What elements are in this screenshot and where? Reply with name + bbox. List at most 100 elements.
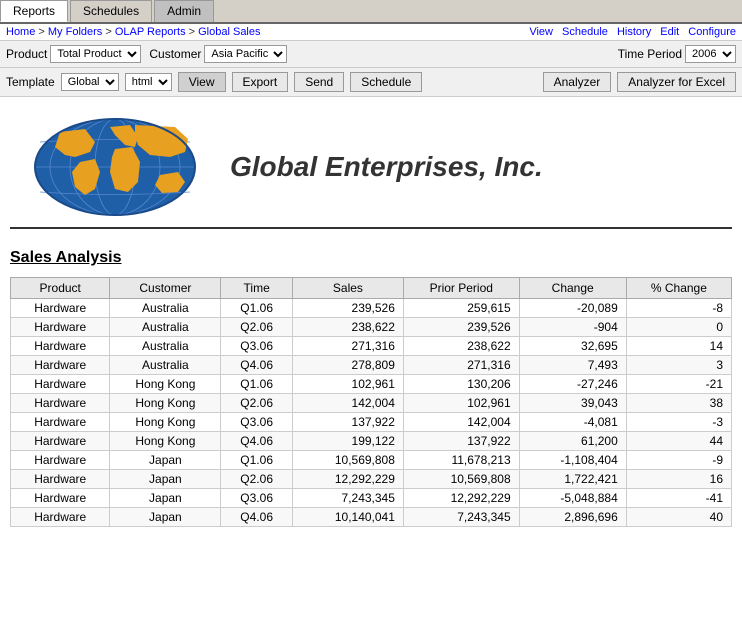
table-cell: 32,695 <box>519 337 626 356</box>
table-cell: Q3.06 <box>221 337 293 356</box>
table-cell: 239,526 <box>292 299 403 318</box>
sales-table: Product Customer Time Sales Prior Period… <box>10 277 732 527</box>
report-header: Global Enterprises, Inc. <box>10 107 732 229</box>
format-select[interactable]: html <box>125 73 172 91</box>
customer-filter: Customer Asia Pacific <box>149 45 287 63</box>
link-edit[interactable]: Edit <box>660 26 679 38</box>
table-cell: 7,243,345 <box>292 489 403 508</box>
globe-icon <box>30 117 200 217</box>
link-schedule[interactable]: Schedule <box>562 26 608 38</box>
customer-label: Customer <box>149 47 201 61</box>
table-cell: Hardware <box>11 318 110 337</box>
product-label: Product <box>6 47 47 61</box>
table-cell: 102,961 <box>403 394 519 413</box>
table-cell: Hardware <box>11 451 110 470</box>
table-cell: 130,206 <box>403 375 519 394</box>
table-cell: Japan <box>110 489 221 508</box>
table-cell: 12,292,229 <box>403 489 519 508</box>
table-cell: -41 <box>626 489 731 508</box>
table-row: HardwareJapanQ2.0612,292,22910,569,8081,… <box>11 470 732 489</box>
table-cell: 239,526 <box>403 318 519 337</box>
table-cell: Hardware <box>11 508 110 527</box>
table-cell: 10,569,808 <box>403 470 519 489</box>
table-row: HardwareAustraliaQ4.06278,809271,3167,49… <box>11 356 732 375</box>
customer-select[interactable]: Asia Pacific <box>204 45 287 63</box>
table-row: HardwareHong KongQ4.06199,122137,92261,2… <box>11 432 732 451</box>
tab-reports[interactable]: Reports <box>0 0 68 22</box>
table-cell: Q2.06 <box>221 394 293 413</box>
section-title: Sales Analysis <box>10 249 732 267</box>
table-cell: Q3.06 <box>221 489 293 508</box>
table-row: HardwareAustraliaQ1.06239,526259,615-20,… <box>11 299 732 318</box>
table-cell: 44 <box>626 432 731 451</box>
col-header-time: Time <box>221 278 293 299</box>
table-cell: 11,678,213 <box>403 451 519 470</box>
template-select[interactable]: Global <box>61 73 119 91</box>
product-select[interactable]: Total Product <box>50 45 141 63</box>
table-cell: Hong Kong <box>110 375 221 394</box>
table-cell: 137,922 <box>292 413 403 432</box>
table-cell: Hong Kong <box>110 413 221 432</box>
table-cell: 12,292,229 <box>292 470 403 489</box>
table-cell: -21 <box>626 375 731 394</box>
table-cell: 39,043 <box>519 394 626 413</box>
table-cell: Q1.06 <box>221 451 293 470</box>
col-header-pctchange: % Change <box>626 278 731 299</box>
table-cell: 278,809 <box>292 356 403 375</box>
analyzer-button[interactable]: Analyzer <box>543 72 612 92</box>
link-view[interactable]: View <box>529 26 553 38</box>
table-row: HardwareHong KongQ3.06137,922142,004-4,0… <box>11 413 732 432</box>
top-links: View Schedule History Edit Configure <box>523 26 736 38</box>
table-cell: -1,108,404 <box>519 451 626 470</box>
table-cell: 38 <box>626 394 731 413</box>
table-row: HardwareJapanQ3.067,243,34512,292,229-5,… <box>11 489 732 508</box>
table-cell: 14 <box>626 337 731 356</box>
table-cell: -8 <box>626 299 731 318</box>
table-cell: 199,122 <box>292 432 403 451</box>
table-cell: Hardware <box>11 356 110 375</box>
time-period-select[interactable]: 2006 <box>685 45 736 63</box>
table-header-row: Product Customer Time Sales Prior Period… <box>11 278 732 299</box>
table-cell: Q2.06 <box>221 470 293 489</box>
table-cell: Hong Kong <box>110 394 221 413</box>
nav-tabs: Reports Schedules Admin <box>0 0 742 24</box>
main-content: Global Enterprises, Inc. Sales Analysis … <box>0 97 742 537</box>
send-button[interactable]: Send <box>294 72 344 92</box>
view-button[interactable]: View <box>178 72 226 92</box>
breadcrumb-home[interactable]: Home <box>6 26 35 38</box>
col-header-sales: Sales <box>292 278 403 299</box>
breadcrumb-myfolders[interactable]: My Folders <box>48 26 102 38</box>
breadcrumb-olapreports[interactable]: OLAP Reports <box>115 26 186 38</box>
table-row: HardwareHong KongQ1.06102,961130,206-27,… <box>11 375 732 394</box>
time-period-filter: Time Period 2006 <box>618 45 736 63</box>
time-period-label: Time Period <box>618 47 682 61</box>
table-row: HardwareJapanQ1.0610,569,80811,678,213-1… <box>11 451 732 470</box>
table-cell: -904 <box>519 318 626 337</box>
table-cell: 7,493 <box>519 356 626 375</box>
table-cell: Hardware <box>11 299 110 318</box>
tab-schedules[interactable]: Schedules <box>70 0 152 22</box>
table-cell: 16 <box>626 470 731 489</box>
table-cell: 102,961 <box>292 375 403 394</box>
col-header-product: Product <box>11 278 110 299</box>
table-cell: Q4.06 <box>221 356 293 375</box>
schedule-button[interactable]: Schedule <box>350 72 422 92</box>
product-filter: Product Total Product <box>6 45 141 63</box>
table-cell: 238,622 <box>403 337 519 356</box>
table-cell: 271,316 <box>292 337 403 356</box>
breadcrumb-globalsales[interactable]: Global Sales <box>198 26 260 38</box>
table-cell: -4,081 <box>519 413 626 432</box>
table-cell: 0 <box>626 318 731 337</box>
export-button[interactable]: Export <box>232 72 289 92</box>
table-cell: Japan <box>110 451 221 470</box>
table-cell: Hong Kong <box>110 432 221 451</box>
tab-admin[interactable]: Admin <box>154 0 214 22</box>
link-configure[interactable]: Configure <box>688 26 736 38</box>
link-history[interactable]: History <box>617 26 651 38</box>
table-cell: Q1.06 <box>221 375 293 394</box>
table-cell: Hardware <box>11 413 110 432</box>
table-row: HardwareAustraliaQ2.06238,622239,526-904… <box>11 318 732 337</box>
table-cell: Q1.06 <box>221 299 293 318</box>
analyzer-excel-button[interactable]: Analyzer for Excel <box>617 72 736 92</box>
table-cell: 2,896,696 <box>519 508 626 527</box>
